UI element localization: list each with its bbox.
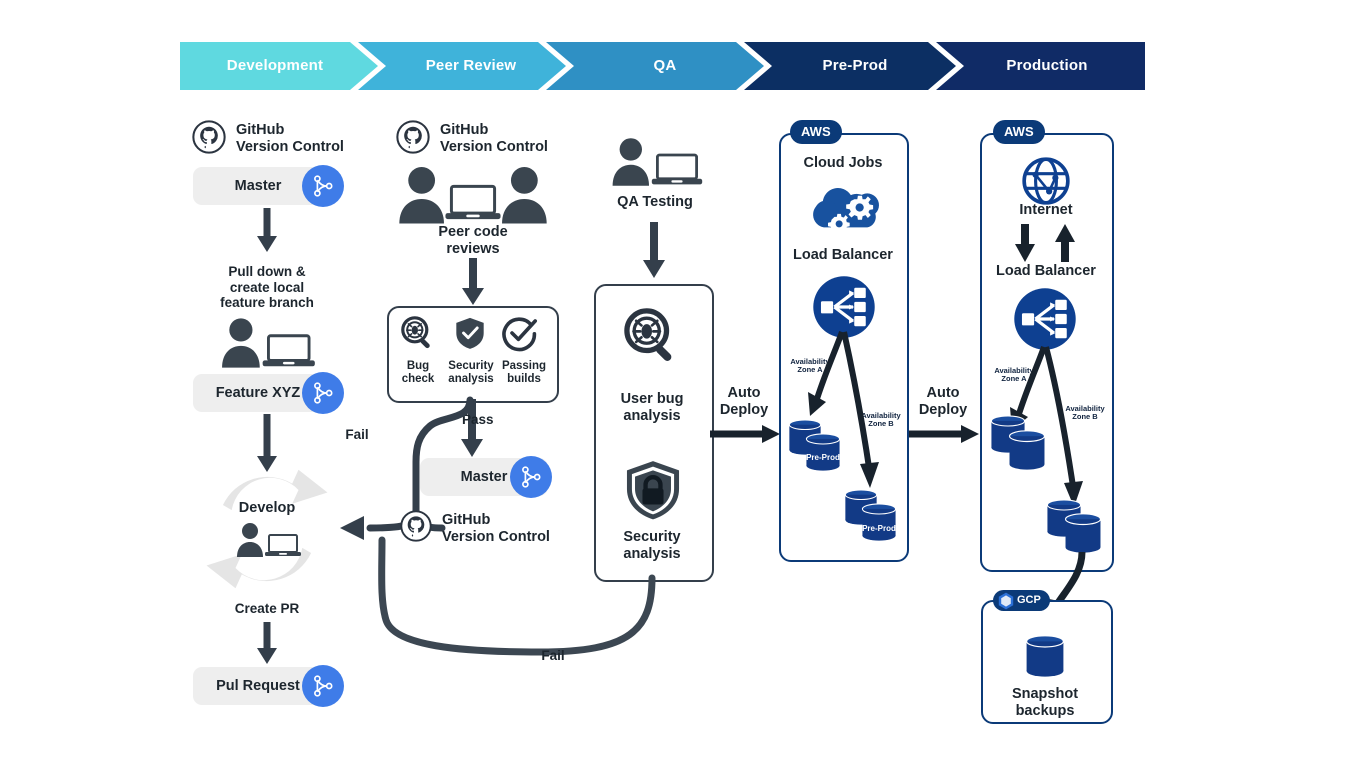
shield-check-icon [452, 314, 488, 352]
arrow-master-to-feature [257, 208, 277, 252]
peer-review-people-icon [390, 164, 556, 228]
github-icon [192, 120, 226, 154]
stage-label-preprod: Pre-Prod [822, 57, 888, 74]
stage-label-development: Development [226, 57, 324, 74]
develop-label: Develop [238, 500, 296, 516]
aws-cloud-tag-production: AWS [993, 120, 1045, 144]
git-branch-icon-peer-master [510, 456, 552, 498]
aws-cloud-tag-preprod: AWS [790, 120, 842, 144]
production-load-balancer-icon [1013, 287, 1077, 351]
stage-label-production: Production [1006, 57, 1088, 74]
preprod-load-balancer-label: Load Balancer [793, 247, 893, 263]
production-load-balancer-label: Load Balancer [996, 263, 1096, 279]
check-label-builds: Passing builds [501, 360, 547, 386]
pipeline-stage-banner: Development Peer Review QA Pre-Prod Prod… [180, 42, 1145, 90]
circle-check-icon [500, 313, 540, 353]
cloud-jobs-icon [804, 180, 886, 242]
git-branch-icon-master [302, 165, 344, 207]
qa-shield-lock-icon [622, 456, 684, 522]
arrow-qa-to-box [643, 222, 665, 278]
check-label-bug: Bug check [401, 360, 435, 386]
developer-person-laptop-icon [205, 314, 329, 372]
auto-deploy-label-2: Auto Deploy [918, 385, 968, 418]
develop-person-laptop-icon [228, 520, 308, 560]
gcp-icon [996, 591, 1016, 611]
fail-label-lower: Fail [541, 648, 565, 663]
arrow-auto-deploy-2 [909, 425, 979, 443]
qa-person-laptop-icon [602, 134, 710, 190]
dev-pull-note: Pull down & create local feature branch [220, 264, 314, 311]
peer-github-icon [396, 120, 430, 154]
diagram-canvas: Development Peer Review QA Pre-Prod Prod… [0, 0, 1366, 768]
arrow-peer-to-checks [462, 258, 484, 305]
qa-item-label-user-bug: User bug analysis [620, 391, 684, 424]
arrow-develop-to-pr [257, 622, 277, 664]
check-label-security: Security analysis [448, 360, 494, 386]
dev-github-label: GitHub Version Control [236, 122, 344, 155]
qa-testing-caption: QA Testing [617, 194, 693, 210]
peer-code-reviews-caption: Peer code reviews [438, 224, 508, 257]
internet-globe-icon [1020, 155, 1072, 207]
production-db-b2 [1064, 512, 1102, 556]
create-pr-label: Create PR [234, 601, 300, 616]
cloud-jobs-label: Cloud Jobs [803, 155, 883, 171]
bug-magnifier-icon [398, 313, 438, 353]
stage-label-peer-review: Peer Review [425, 57, 517, 74]
arrow-auto-deploy-1 [710, 425, 780, 443]
peer-github-label: GitHub Version Control [440, 122, 548, 155]
qa-bug-magnifier-icon [619, 303, 685, 369]
preprod-db-a-label: Pre-Prod [806, 453, 840, 462]
internet-label: Internet [1019, 202, 1073, 218]
snapshot-db-icon [1025, 634, 1065, 680]
preprod-db-b-label: Pre-Prod [862, 524, 896, 533]
snapshot-backups-label: Snapshot backups [1011, 686, 1079, 719]
auto-deploy-label-1: Auto Deploy [719, 385, 769, 418]
internet-lb-arrows [1015, 224, 1075, 262]
stage-label-qa: QA [653, 57, 677, 74]
fail-label-upper: Fail [345, 427, 369, 442]
preprod-db-b2 [861, 502, 897, 544]
production-db-a2 [1008, 429, 1046, 473]
